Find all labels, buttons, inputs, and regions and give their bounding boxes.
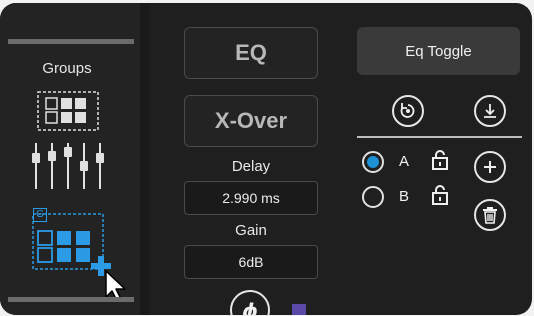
delay-label: Delay — [231, 158, 271, 175]
group-badge: G — [33, 208, 47, 222]
dsp-panel: Groups G EQ X-Over Delay 2.990 ms Gain 6… — [0, 3, 532, 315]
sidebar-bottom-rule — [8, 297, 134, 302]
mixer-faders-icon[interactable] — [30, 141, 106, 191]
xover-button[interactable]: X-Over — [184, 95, 318, 147]
groups-title: Groups — [42, 60, 92, 77]
sidebar-divider — [140, 3, 150, 315]
gain-label: Gain — [235, 222, 267, 239]
add-icon — [484, 161, 496, 173]
gain-field[interactable]: 6dB — [184, 245, 318, 279]
eq-button[interactable]: EQ — [184, 27, 318, 79]
delete-preset-button[interactable] — [474, 199, 506, 231]
preset-b-label: B — [399, 188, 410, 205]
restore-icon — [400, 103, 415, 118]
delete-icon — [483, 207, 497, 224]
add-preset-button[interactable] — [474, 151, 506, 183]
color-swatch[interactable] — [292, 304, 306, 315]
groups-sidebar: Groups G — [0, 3, 140, 315]
app-window: Groups G EQ X-Over Delay 2.990 ms Gain 6… — [0, 0, 534, 316]
group-grid-dashed-icon[interactable] — [37, 91, 99, 131]
unlock-icon[interactable] — [431, 184, 449, 206]
download-icon — [484, 104, 496, 118]
sidebar-top-rule — [8, 39, 134, 44]
radio-selected-dot — [367, 156, 379, 168]
restore-button[interactable] — [392, 95, 424, 127]
preset-a-label: A — [399, 153, 410, 170]
preset-b-radio[interactable] — [362, 186, 384, 208]
unlock-icon[interactable] — [431, 149, 449, 171]
phase-invert-icon[interactable]: ϕ — [228, 288, 272, 315]
eq-toggle-button[interactable]: Eq Toggle — [357, 27, 520, 75]
delay-field[interactable]: 2.990 ms — [184, 181, 318, 215]
svg-text:ϕ: ϕ — [242, 299, 258, 315]
download-button[interactable] — [474, 95, 506, 127]
presets-divider — [357, 136, 522, 138]
preset-a-radio[interactable] — [362, 151, 384, 173]
